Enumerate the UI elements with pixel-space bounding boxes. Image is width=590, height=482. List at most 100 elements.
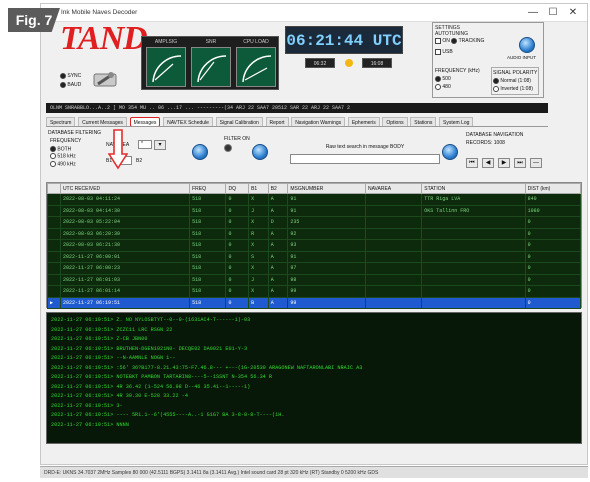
table-cell: A [267,227,289,240]
table-row[interactable]: 2022-11-27 06:00:01 518 0 S A 91 0 [47,250,582,263]
search-input[interactable] [290,154,440,164]
status-led-icon [345,59,353,67]
tab-stations[interactable]: Stations [410,117,437,126]
tracking-radio[interactable] [451,37,458,44]
table-cell: 0 [225,204,250,217]
baud-radio[interactable] [60,81,66,88]
close-button[interactable]: ✕ [563,7,583,19]
column-header[interactable]: DIST (km) [524,183,582,194]
freq-480-radio[interactable] [435,83,441,90]
table-cell: A [267,262,289,275]
column-header[interactable]: NAVAREA [364,183,423,194]
table-cell [364,273,423,286]
table-cell: 99 [287,296,366,309]
navarea-select[interactable]: * [138,140,152,149]
column-header[interactable]: B1 [248,183,269,194]
table-cell: 0 [225,296,250,309]
filter-518-radio[interactable] [50,153,56,160]
table-cell: ▶ [47,296,61,309]
nav-next-button[interactable]: ▶ [498,158,510,168]
sync-radio[interactable] [60,72,66,79]
tab-navigation-warnings[interactable]: Navigation Warnings [291,117,346,126]
table-cell [364,262,423,275]
polarity-normal-radio[interactable] [493,77,499,84]
filter-both-radio[interactable] [50,145,56,152]
polarity-inverted-radio[interactable] [493,85,499,92]
table-row[interactable]: 2022-08-03 06:21:30 518 0 X A 93 0 [47,239,582,252]
table-cell: A [267,273,289,286]
polarity-title: SIGNAL POLARITY [493,70,538,76]
tracking-label: TRACKING [458,38,485,44]
table-row[interactable]: 2022-11-27 06:01:03 518 0 J A 98 0 [47,273,582,286]
tab-system-log[interactable]: System Log [439,117,474,126]
console-line: 2022-11-27 06:19:51> :56' 36?B177-8.21.4… [51,364,363,371]
refresh-button[interactable] [252,144,268,160]
tab-bar: Spectrum Current Messages Messages NAVTE… [46,117,548,127]
console-line: 2022-11-27 06:19:51> --N-AAMNLE NOGN 1-- [51,355,176,361]
table-row[interactable]: 2022-11-27 06:00:23 518 0 X A 97 0 [47,262,582,275]
nav-title: DATABASE NAVIGATION [466,132,524,138]
console-line: 2022-11-27 06:19:51> 4R 36.42 (1-524 56.… [51,383,251,390]
table-cell: 92 [287,227,366,240]
tab-current-messages[interactable]: Current Messages [78,117,127,126]
utc-clock: 06:21:44 UTC [285,26,403,54]
nav-first-button[interactable]: ⏮ [466,158,478,168]
tab-signal-calibration[interactable]: Signal Calibration [215,117,263,126]
tab-options[interactable]: Options [382,117,408,126]
usb-checkbox[interactable] [435,48,441,55]
meter-label: SNR [205,39,217,45]
table-cell: 99 [287,285,366,298]
table-cell [364,296,423,309]
table-cell: 0 [225,227,250,240]
column-header[interactable]: B2 [267,183,289,194]
wrench-icon[interactable] [92,68,118,90]
table-row[interactable]: 2022-08-03 05:22:04 518 0 X D 235 0 [47,216,582,229]
nav-prev-button[interactable]: ◀ [482,158,494,168]
filter-490-radio[interactable] [50,161,56,168]
table-cell: OKS Tallinn FRO [421,204,526,217]
table-cell: B [248,296,269,309]
column-header[interactable] [47,183,61,194]
table-row[interactable]: 2022-08-03 04:14:30 518 0 J A 91 OKS Tallinn F… [47,204,582,217]
maximize-button[interactable]: ☐ [543,7,563,19]
filter-490-label: 490 kHz [57,161,76,168]
column-header[interactable]: FREQ [189,183,227,194]
freq-500-radio[interactable] [435,75,441,82]
nav-delete-button[interactable]: — [530,158,542,168]
table-row[interactable]: 2022-08-03 04:11:24 518 0 X A 91 TTR Riga LVA 8… [47,193,582,206]
tab-ephemeris[interactable]: Ephemeris [347,117,380,126]
table-cell: 518 [189,262,227,275]
autotuning-checkbox[interactable] [435,37,441,44]
search-label: Raw text search in message BODY [325,144,405,150]
table-row[interactable]: ▶ 2022-11-27 06:19:51 518 0 B A 99 0 [47,296,582,309]
table-cell: 0 [524,227,582,240]
tab-navtex-schedule[interactable]: NAVTEX Schedule [163,117,213,126]
table-cell [421,216,526,229]
audio-input-button[interactable] [519,37,535,53]
tab-report[interactable]: Report [265,117,289,126]
column-header[interactable]: STATION [421,183,526,194]
column-header[interactable]: UTC RECEIVED [59,183,191,194]
table-row[interactable]: 2022-08-03 06:20:30 518 0 R A 92 0 [47,227,582,240]
tab-spectrum[interactable]: Spectrum [46,117,76,126]
nav-last-button[interactable]: ⏭ [514,158,526,168]
table-row[interactable]: 2022-11-27 06:01:14 518 0 X A 99 0 [47,285,582,298]
navarea-dropdown-icon[interactable]: ▾ [154,140,166,150]
table-cell [421,227,526,240]
tab-messages[interactable]: Messages [129,117,161,126]
column-header[interactable]: DQ [225,183,250,194]
table-cell [364,193,423,206]
table-cell: 518 [189,250,227,263]
table-cell: 91 [287,250,366,263]
column-header[interactable]: MSGNUMBER [287,183,366,194]
table-cell [364,204,423,217]
table-cell [47,227,61,240]
meter-label: AMPLSIG [154,39,178,45]
minimize-button[interactable]: — [523,7,543,19]
table-cell [421,285,526,298]
nav-records: RECORDS: 1008 [466,140,505,146]
apply-filter-button[interactable] [192,144,208,160]
table-cell: TTR Riga LVA [421,193,526,206]
search-button[interactable] [442,144,458,160]
table-cell: 0 [524,262,582,275]
